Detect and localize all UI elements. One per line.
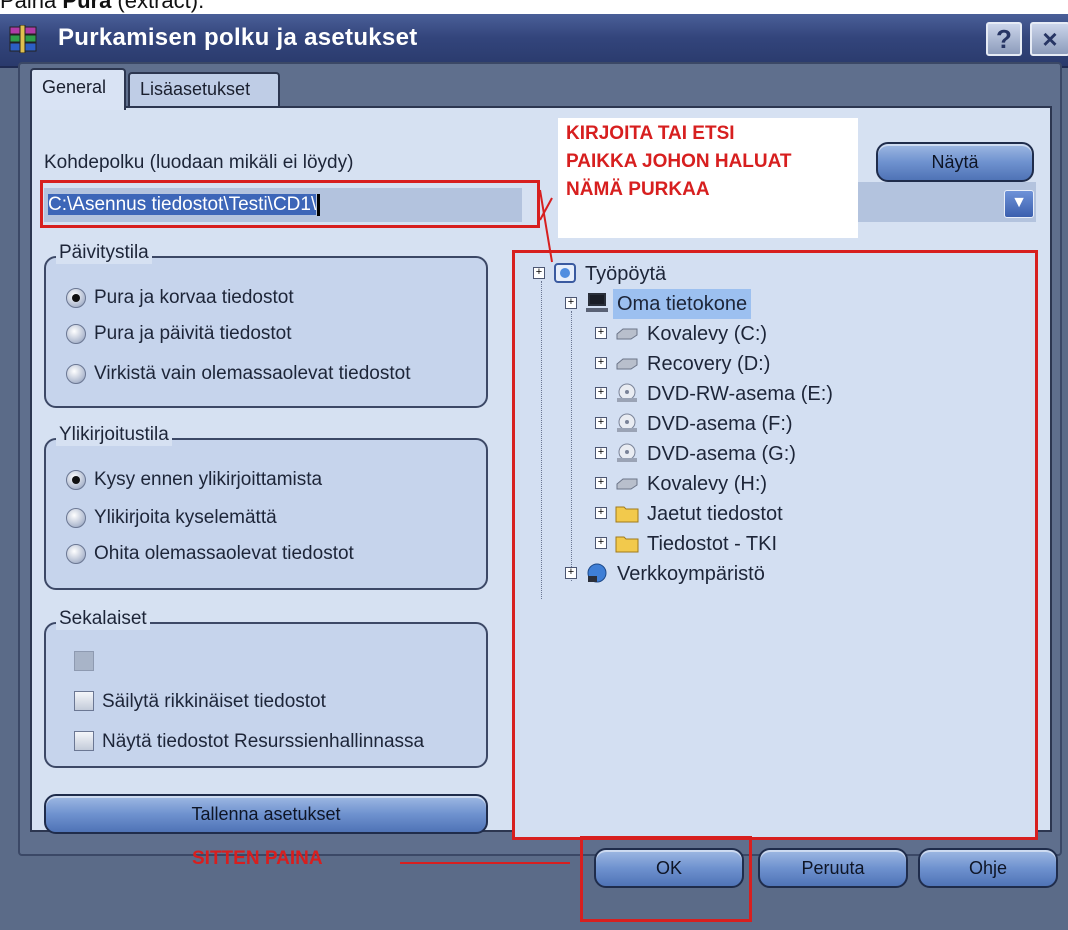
save-settings-button[interactable]: Tallenna asetukset	[44, 794, 488, 834]
tab-general[interactable]: General	[30, 68, 126, 110]
folder-icon	[615, 506, 639, 523]
annotation-footer: SITTEN PAINA	[192, 848, 323, 869]
checkbox-icon[interactable]	[74, 691, 94, 711]
winrar-books-icon	[9, 25, 37, 53]
misc-title: Sekalaiset	[56, 608, 150, 630]
hard-drive-icon	[616, 478, 638, 490]
dvd-drive-icon	[617, 443, 637, 462]
expand-icon[interactable]: +	[595, 417, 607, 429]
annotation-box: KIRJOITA TAI ETSI PAIKKA JOHON HALUAT NÄ…	[558, 118, 858, 238]
radio-button-icon[interactable]	[66, 470, 86, 490]
show-button[interactable]: Näytä	[876, 142, 1034, 182]
checkbox-icon	[74, 651, 94, 671]
cancel-button[interactable]: Peruuta	[758, 848, 908, 888]
radio-button-icon[interactable]	[66, 544, 86, 564]
help-title-button[interactable]: ?	[986, 22, 1022, 56]
overwrite-mode-title: Ylikirjoitustila	[56, 424, 172, 446]
radio-button-icon[interactable]	[66, 288, 86, 308]
dvd-drive-icon	[617, 413, 637, 432]
annotation-line: PAIKKA JOHON HALUAT	[566, 151, 792, 172]
annotation-pointer-line	[400, 862, 570, 864]
expand-icon[interactable]: +	[595, 447, 607, 459]
instruction-caption: Paina Pura (extract).	[0, 0, 205, 13]
annotation-line: KIRJOITA TAI ETSI	[566, 123, 735, 144]
expand-icon[interactable]: +	[565, 297, 577, 309]
network-icon	[587, 563, 607, 583]
expand-icon[interactable]: +	[595, 327, 607, 339]
annotation-connector	[539, 189, 553, 263]
expand-icon[interactable]: +	[595, 537, 607, 549]
expand-icon[interactable]: +	[595, 477, 607, 489]
radio-button-icon[interactable]	[66, 364, 86, 384]
folder-icon	[615, 536, 639, 553]
tab-advanced[interactable]: Lisäasetukset	[128, 72, 280, 106]
radio-button-icon[interactable]	[66, 324, 86, 344]
computer-icon	[586, 293, 608, 312]
chevron-down-icon[interactable]: ▼	[1004, 190, 1034, 218]
expand-icon[interactable]: +	[595, 357, 607, 369]
annotation-line: NÄMÄ PURKAA	[566, 179, 710, 200]
ok-highlight-box	[580, 836, 752, 922]
expand-icon[interactable]: +	[595, 387, 607, 399]
folder-tree[interactable]: + Työpöytä + Oma tietokone + Kovalevy (C…	[512, 250, 1038, 840]
hard-drive-icon	[616, 328, 638, 340]
window-title: Purkamisen polku ja asetukset	[58, 24, 418, 51]
expand-icon[interactable]: +	[565, 567, 577, 579]
dvd-drive-icon	[617, 383, 637, 402]
radio-button-icon[interactable]	[66, 508, 86, 528]
update-mode-title: Päivitystila	[56, 242, 152, 264]
help-button[interactable]: Ohje	[918, 848, 1058, 888]
expand-icon[interactable]: +	[595, 507, 607, 519]
destination-path-label: Kohdepolku (luodaan mikäli ei löydy)	[44, 152, 354, 173]
path-highlight-box	[40, 180, 540, 228]
title-bar[interactable]: Purkamisen polku ja asetukset ? ×	[0, 14, 1068, 68]
close-button[interactable]: ×	[1030, 22, 1068, 56]
hard-drive-icon	[616, 358, 638, 370]
checkbox-icon[interactable]	[74, 731, 94, 751]
